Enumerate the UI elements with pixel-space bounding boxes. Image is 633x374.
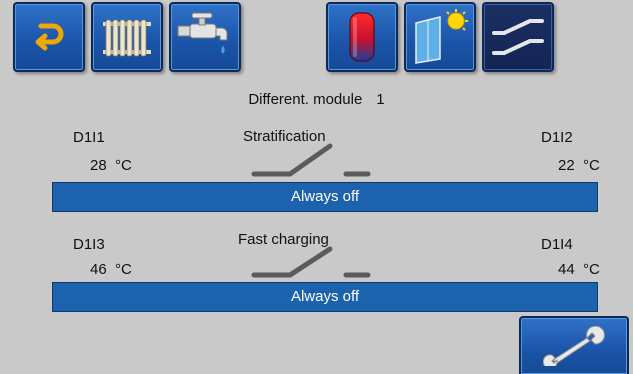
hot-water-button[interactable]	[169, 2, 241, 72]
solar-icon	[415, 9, 468, 64]
sensor-temp-left-1: 28 °C	[90, 157, 132, 174]
module-label: Different. module	[248, 91, 363, 108]
switch-symbol-1	[251, 143, 371, 177]
back-icon	[35, 23, 64, 51]
wrench-icon	[543, 326, 605, 366]
differential-switch-icon	[492, 19, 544, 55]
heating-circuit-button[interactable]	[91, 2, 163, 72]
sensor-temp-left-2: 46 °C	[90, 261, 132, 278]
sensor-label-left-1: D1I1	[73, 129, 105, 146]
mode-select-1[interactable]: Always off	[52, 182, 598, 212]
buffer-button[interactable]	[326, 2, 398, 72]
differential-module-button[interactable]	[482, 2, 554, 72]
sensor-label-left-2: D1I3	[73, 236, 105, 253]
mode-select-2[interactable]: Always off	[52, 282, 598, 312]
sensor-temp-right-2: 44 °C	[558, 261, 600, 278]
module-title: Different. module 1	[0, 91, 633, 108]
solar-button[interactable]	[404, 2, 476, 72]
settings-button[interactable]	[519, 316, 629, 374]
sensor-label-right-2: D1I4	[541, 236, 573, 253]
switch-symbol-2	[251, 246, 371, 278]
radiator-icon	[103, 19, 151, 57]
module-number: 1	[376, 91, 385, 108]
sensor-temp-right-1: 22 °C	[558, 157, 600, 174]
top-toolbar	[0, 0, 633, 84]
sensor-label-right-1: D1I2	[541, 129, 573, 146]
water-tap-icon	[177, 12, 228, 55]
back-button[interactable]	[13, 2, 85, 72]
buffer-tank-icon	[349, 12, 375, 62]
